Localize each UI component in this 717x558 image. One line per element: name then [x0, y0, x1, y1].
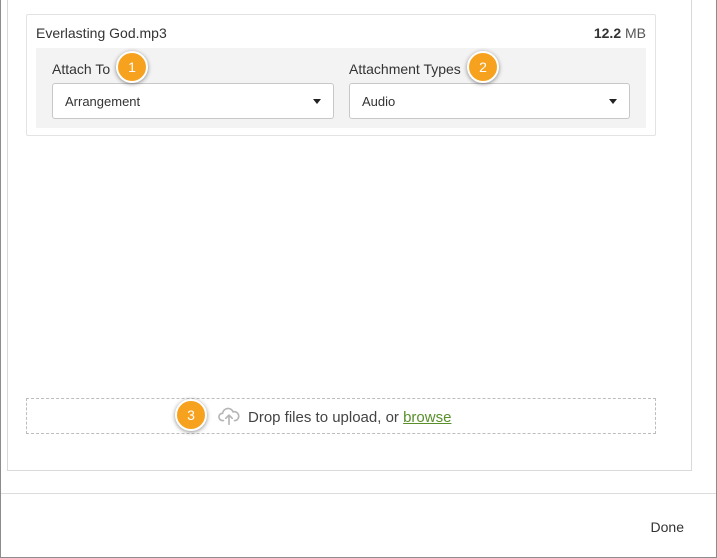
attach-to-label: Attach To — [52, 61, 111, 77]
upload-panel: Everlasting God.mp3 12.2 MB Attach To Ar… — [7, 0, 692, 471]
chevron-down-icon — [313, 99, 321, 104]
attach-to-select[interactable]: Arrangement — [52, 83, 334, 119]
file-dropzone[interactable]: Drop files to upload, or browse — [26, 398, 656, 434]
callout-badge-3: 3 — [175, 399, 207, 431]
attachment-types-value: Audio — [362, 94, 396, 109]
cloud-upload-icon — [218, 407, 240, 426]
dropzone-label: Drop files to upload, or — [248, 409, 404, 426]
browse-link[interactable]: browse — [403, 409, 451, 426]
attachment-types-label: Attachment Types — [349, 61, 461, 77]
dialog-footer: Done — [1, 493, 716, 557]
file-upload-dialog: Everlasting God.mp3 12.2 MB Attach To Ar… — [0, 0, 717, 558]
dropzone-text: Drop files to upload, or browse — [248, 409, 451, 426]
file-size: 12.2 MB — [594, 25, 646, 41]
chevron-down-icon — [609, 99, 617, 104]
attach-to-value: Arrangement — [65, 94, 141, 109]
file-size-value: 12.2 — [593, 25, 622, 41]
callout-badge-2: 2 — [467, 51, 499, 83]
done-button[interactable]: Done — [651, 519, 684, 535]
file-size-unit: MB — [625, 25, 646, 41]
callout-badge-1: 1 — [116, 51, 148, 83]
file-name: Everlasting God.mp3 — [36, 25, 167, 41]
attachment-types-select[interactable]: Audio — [349, 83, 630, 119]
